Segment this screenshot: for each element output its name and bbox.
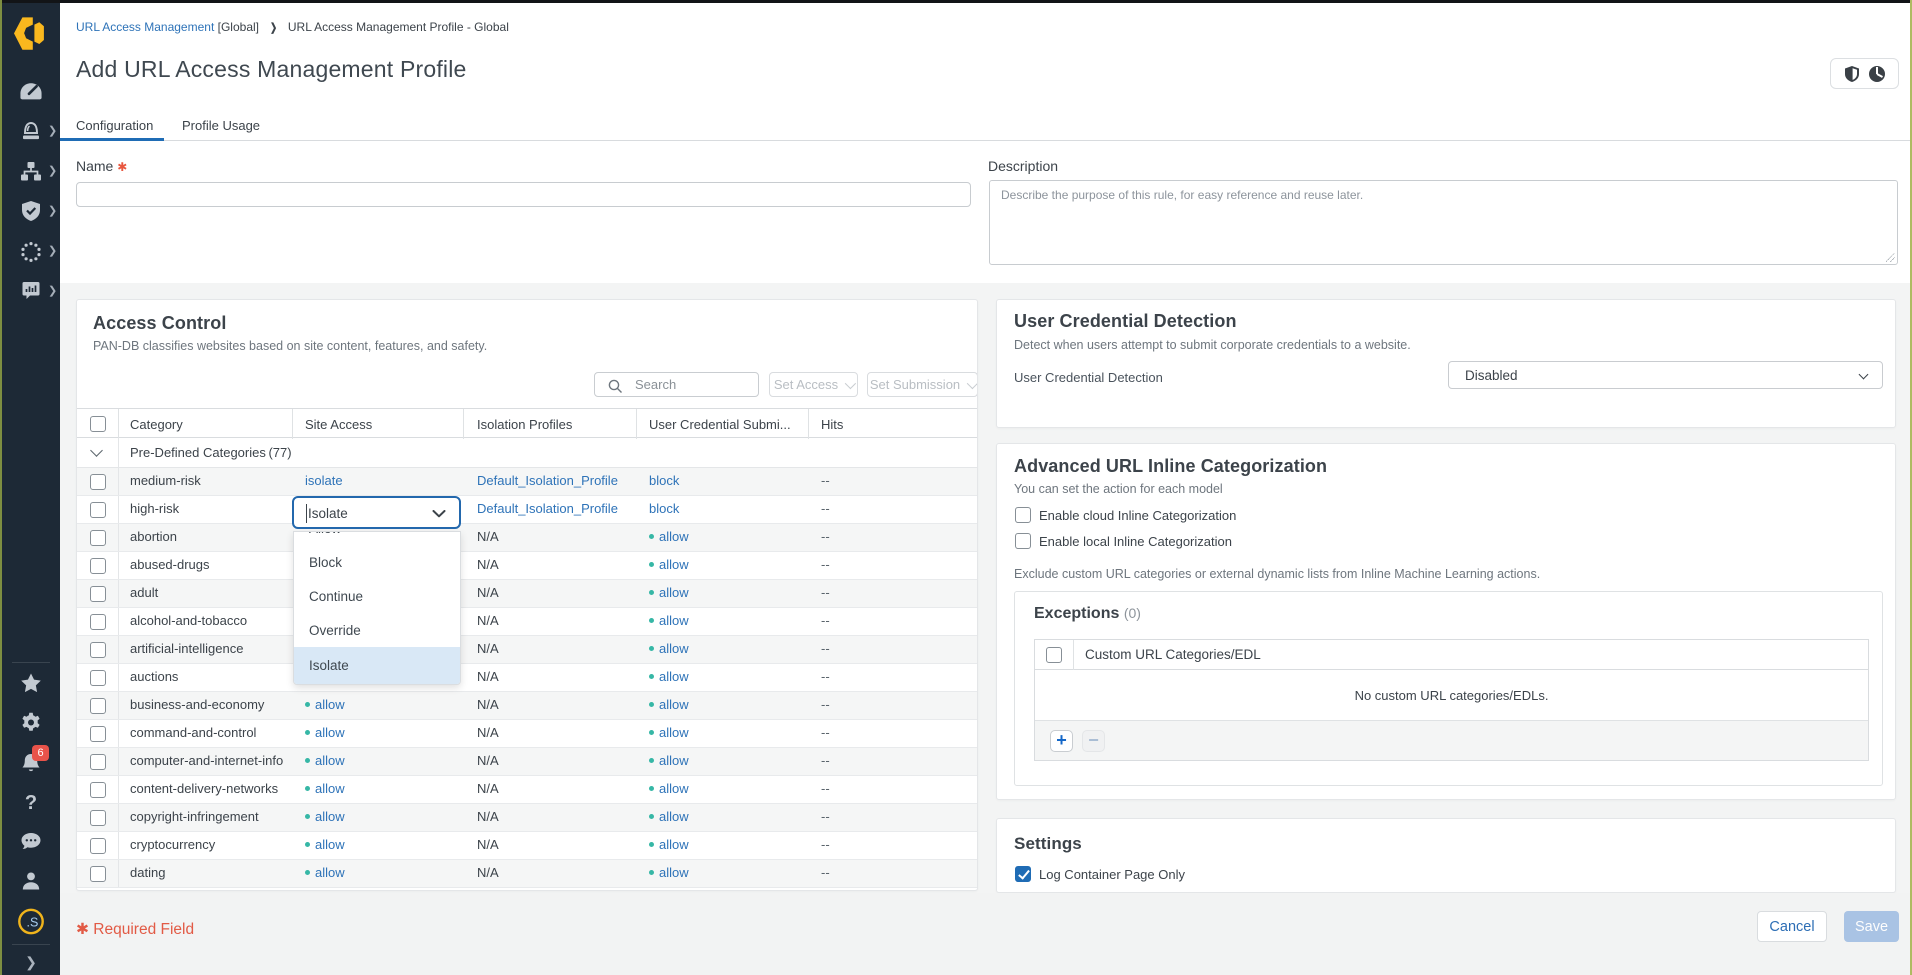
- svg-text:.S: .S: [27, 916, 39, 930]
